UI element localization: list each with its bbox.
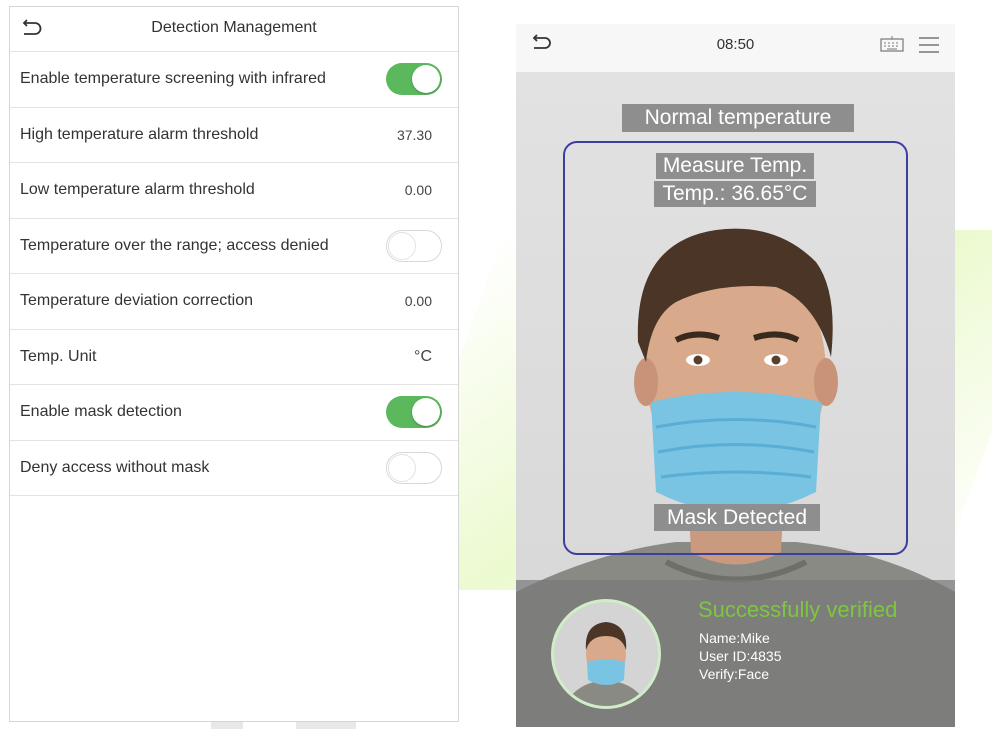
setting-row-infrared-screening[interactable]: Enable temperature screening with infrar… (10, 52, 458, 108)
setting-row-over-range-denied[interactable]: Temperature over the range; access denie… (10, 219, 458, 274)
setting-label: Temp. Unit (20, 347, 97, 365)
setting-label: Low temperature alarm threshold (20, 181, 255, 199)
status-bar: 08:50 (516, 24, 955, 72)
setting-row-temp-unit[interactable]: Temp. Unit °C (10, 330, 458, 385)
setting-label: Deny access without mask (20, 458, 210, 476)
toggle-knob (388, 453, 416, 482)
deny-without-mask-toggle[interactable] (386, 451, 442, 484)
setting-label: High temperature alarm threshold (20, 125, 259, 143)
over-range-denied-toggle[interactable] (386, 229, 442, 262)
temperature-reading: Temp.: 36.65°C (654, 181, 816, 207)
toggle-knob (412, 65, 440, 94)
setting-label: Enable mask detection (20, 403, 182, 421)
infrared-screening-toggle[interactable] (386, 63, 442, 96)
panel-header: Detection Management (10, 7, 458, 52)
bottom-decoration (296, 722, 356, 729)
measure-temp-label: Measure Temp. (656, 153, 814, 179)
verify-method: Verify:Face (699, 666, 770, 682)
mask-detected-label: Mask Detected (654, 504, 820, 531)
page-title: Detection Management (151, 19, 317, 36)
setting-row-deny-without-mask[interactable]: Deny access without mask (10, 441, 458, 496)
mask-detection-toggle[interactable] (386, 396, 442, 429)
temperature-status-banner: Normal temperature (622, 104, 854, 132)
setting-row-mask-detection[interactable]: Enable mask detection (10, 385, 458, 441)
low-threshold-value: 0.00 (404, 182, 432, 199)
detection-management-panel: Detection Management Enable temperature … (9, 6, 459, 722)
keyboard-icon[interactable] (880, 36, 904, 52)
setting-label: Temperature over the range; access denie… (20, 236, 329, 254)
setting-label: Enable temperature screening with infrar… (20, 70, 326, 88)
setting-row-high-threshold[interactable]: High temperature alarm threshold 37.30 (10, 108, 458, 163)
setting-row-low-threshold[interactable]: Low temperature alarm threshold 0.00 (10, 163, 458, 219)
toggle-knob (388, 231, 416, 260)
user-avatar (551, 599, 661, 709)
device-screen: 08:50 Normal temperature Measure Temp. T… (516, 24, 955, 727)
temp-unit-value: °C (414, 347, 432, 365)
setting-row-deviation-correction[interactable]: Temperature deviation correction 0.00 (10, 274, 458, 330)
user-name: Name:Mike (699, 630, 770, 646)
menu-icon[interactable] (918, 36, 940, 54)
bottom-decoration (211, 722, 243, 729)
verification-success-text: Successfully verified (698, 597, 898, 622)
high-threshold-value: 37.30 (396, 126, 432, 143)
avatar-photo (554, 602, 658, 706)
user-id: User ID:4835 (699, 648, 782, 664)
deviation-correction-value: 0.00 (404, 293, 432, 310)
setting-label: Temperature deviation correction (20, 292, 254, 310)
toggle-knob (412, 398, 440, 427)
